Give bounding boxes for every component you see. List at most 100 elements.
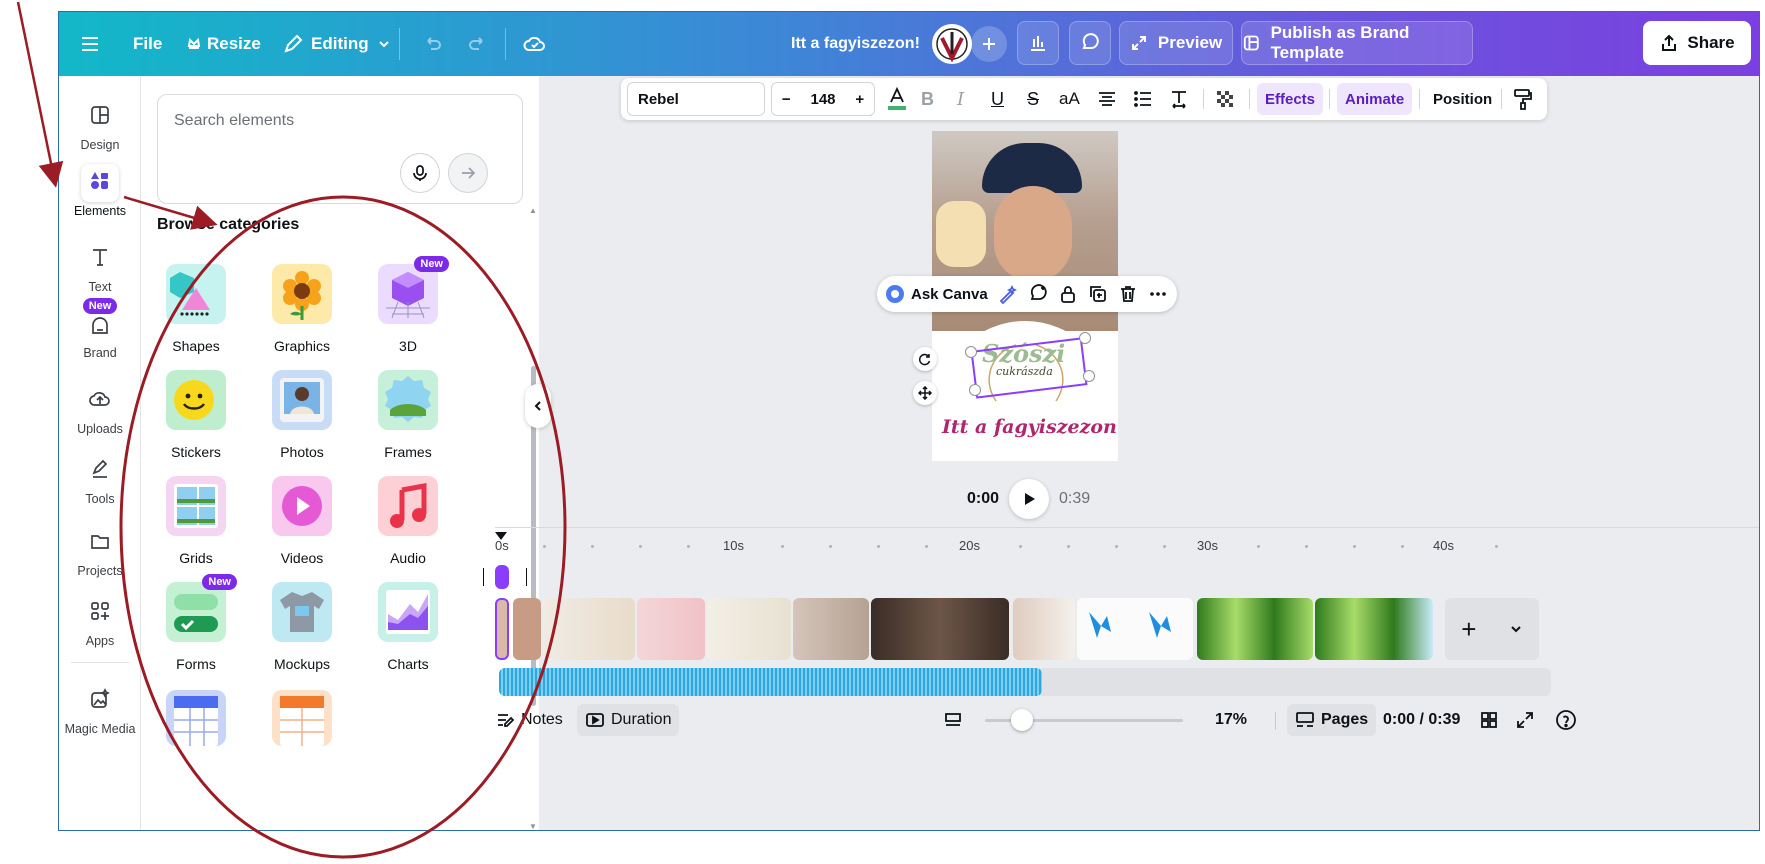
increase-size-button[interactable]: + <box>855 91 864 108</box>
category-forms[interactable]: New Forms <box>141 574 251 672</box>
share-button[interactable]: Share <box>1643 21 1751 65</box>
scroll-down-arrow[interactable]: ▼ <box>529 822 537 830</box>
timeline-clip[interactable] <box>637 598 705 660</box>
strikethrough-button[interactable]: S <box>1027 78 1039 120</box>
duplicate-icon[interactable] <box>1088 284 1108 304</box>
letter-case-button[interactable]: aA <box>1059 78 1080 120</box>
category-frames[interactable]: Frames <box>353 370 463 460</box>
lock-icon[interactable] <box>1058 284 1078 304</box>
ask-canva-button[interactable]: Ask Canva <box>885 284 988 304</box>
design-title[interactable]: Itt a fagyiszezon! <box>791 12 920 76</box>
timeline-clip[interactable] <box>707 598 791 660</box>
category-grids[interactable]: Grids <box>141 476 251 566</box>
italic-button[interactable]: I <box>957 78 964 120</box>
underline-button[interactable]: U <box>991 78 1004 120</box>
timeline-clip[interactable] <box>543 598 635 660</box>
animate-button[interactable]: Animate <box>1337 83 1413 115</box>
font-family-select[interactable]: Rebel <box>627 82 765 116</box>
rail-item-text[interactable]: Text <box>59 240 141 294</box>
category-videos[interactable]: Videos <box>247 476 357 566</box>
resize-handle[interactable] <box>965 346 977 358</box>
resize-handle[interactable] <box>969 384 981 396</box>
category-tables[interactable] <box>141 690 251 746</box>
category-3d[interactable]: New 3D <box>353 256 463 354</box>
add-page-button[interactable]: + <box>1445 598 1539 660</box>
publish-template-button[interactable]: Publish as Brand Template <box>1241 21 1473 65</box>
voice-search-button[interactable] <box>400 153 440 193</box>
editing-mode-button[interactable]: Editing <box>283 12 391 76</box>
file-menu[interactable]: File <box>133 12 162 76</box>
list-button[interactable] <box>1133 78 1153 120</box>
category-stickers[interactable]: Stickers <box>141 370 251 460</box>
category-mockups[interactable]: Mockups <box>247 582 357 672</box>
search-submit-button[interactable] <box>448 153 488 193</box>
grid-view-button[interactable] <box>1479 704 1499 736</box>
timeline-clip[interactable] <box>1315 598 1433 660</box>
decrease-size-button[interactable]: − <box>782 91 791 108</box>
rail-item-design[interactable]: Design <box>59 98 141 152</box>
trim-marker[interactable] <box>483 568 484 586</box>
resize-handle[interactable] <box>1083 370 1095 382</box>
resize-button[interactable]: Resize <box>187 12 261 76</box>
search-input[interactable] <box>174 109 474 133</box>
insights-button[interactable] <box>1017 21 1059 65</box>
add-collaborator-button[interactable] <box>971 26 1007 62</box>
rail-item-magic-media[interactable]: Magic Media <box>59 682 141 736</box>
rail-item-elements[interactable]: Elements <box>59 164 141 218</box>
fit-page-button[interactable] <box>943 704 963 736</box>
fullscreen-button[interactable] <box>1515 704 1535 736</box>
zoom-value[interactable]: 17% <box>1215 704 1247 736</box>
timeline-clip[interactable] <box>513 598 541 660</box>
transparency-button[interactable] <box>1215 78 1235 120</box>
font-size-value[interactable]: 148 <box>810 91 835 108</box>
pages-button[interactable]: Pages <box>1287 704 1377 736</box>
spacing-button[interactable] <box>1169 78 1189 120</box>
redo-button[interactable] <box>467 12 489 76</box>
timeline-clip[interactable] <box>495 598 509 660</box>
timeline-clip[interactable] <box>1077 598 1193 660</box>
headline-text[interactable]: Itt a fagyiszezon! <box>942 416 1118 438</box>
timeline-clip[interactable] <box>871 598 1009 660</box>
category-photos[interactable]: Photos <box>247 370 357 460</box>
more-options-icon[interactable] <box>1148 284 1168 304</box>
bold-button[interactable]: B <box>921 78 934 120</box>
resize-handle[interactable] <box>1079 332 1091 344</box>
category-audio[interactable]: Audio <box>353 476 463 566</box>
rotate-handle[interactable] <box>913 347 937 371</box>
text-color-button[interactable] <box>885 78 909 120</box>
scroll-up-arrow[interactable]: ▲ <box>529 206 537 215</box>
align-button[interactable] <box>1097 78 1117 120</box>
playhead-marker[interactable] <box>495 532 507 540</box>
menu-button[interactable] <box>79 12 101 76</box>
category-charts[interactable]: Charts <box>353 582 463 672</box>
comments-button[interactable] <box>1069 21 1111 65</box>
move-handle[interactable] <box>913 381 937 405</box>
preview-button[interactable]: Preview <box>1119 21 1233 65</box>
trim-marker[interactable] <box>526 568 527 586</box>
avatar[interactable] <box>932 24 972 64</box>
timeline-clip[interactable] <box>1013 598 1075 660</box>
rail-item-projects[interactable]: Projects <box>59 524 141 578</box>
chevron-down-icon[interactable] <box>1509 622 1523 636</box>
rail-item-tools[interactable]: Tools <box>59 452 141 506</box>
category-spreadsheet[interactable] <box>247 690 357 746</box>
undo-button[interactable] <box>421 12 443 76</box>
notes-button[interactable]: Notes <box>495 704 563 736</box>
position-button[interactable]: Position <box>1433 78 1492 120</box>
play-button[interactable] <box>1009 479 1050 519</box>
category-graphics[interactable]: Graphics <box>247 264 357 354</box>
copy-style-button[interactable] <box>1513 78 1533 120</box>
zoom-slider-knob[interactable] <box>1011 709 1033 731</box>
collapse-panel-button[interactable] <box>525 384 551 428</box>
rail-item-brand[interactable]: New Brand <box>59 298 141 360</box>
rail-item-apps[interactable]: Apps <box>59 594 141 648</box>
help-button[interactable] <box>1555 704 1577 736</box>
timeline-clip[interactable] <box>793 598 869 660</box>
comment-add-icon[interactable] <box>1028 284 1048 304</box>
audio-waveform[interactable] <box>499 668 1042 696</box>
timeline-ruler[interactable]: 0s 10s 20s 30s 40s <box>495 538 1755 558</box>
save-status-button[interactable] <box>523 12 547 76</box>
duration-button[interactable]: Duration <box>577 704 680 736</box>
trash-icon[interactable] <box>1118 284 1138 304</box>
rail-item-uploads[interactable]: Uploads <box>59 382 141 436</box>
